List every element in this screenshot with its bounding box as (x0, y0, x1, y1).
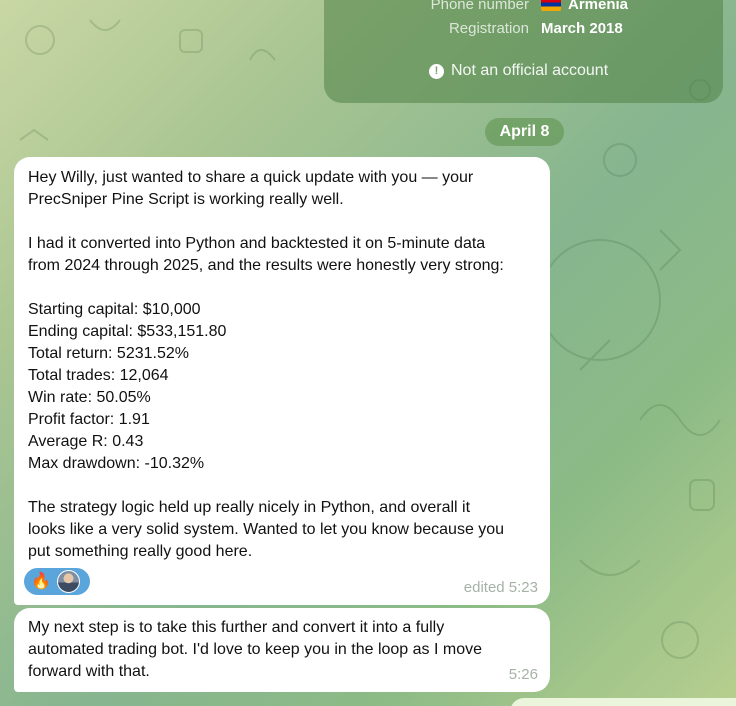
date-separator: April 8 (485, 118, 564, 146)
message-text: My next step is to take this further and… (28, 619, 483, 680)
fire-icon: 🔥 (31, 572, 51, 590)
message-bubble[interactable]: My next step is to take this further and… (14, 608, 550, 692)
registration-value: March 2018 (541, 20, 623, 37)
message-text: Hey Willy, just wanted to share a quick … (28, 169, 505, 560)
registration-label: Registration (448, 20, 529, 37)
message-timestamp: edited 5:23 (463, 579, 538, 596)
phone-number-value: Armenia (541, 0, 628, 13)
official-account-notice: ! Not an official account (429, 62, 608, 80)
phone-number-label: Phone number (430, 0, 529, 13)
reaction-badge[interactable]: 🔥 (24, 568, 90, 595)
outgoing-message-edge (510, 698, 736, 706)
message-bubble[interactable]: Hey Willy, just wanted to share a quick … (14, 157, 550, 605)
reactor-avatar (56, 570, 80, 593)
alert-icon: ! (429, 63, 444, 79)
armenia-flag-icon (541, 0, 561, 11)
contact-info-card: Phone number Armenia Registration March … (324, 0, 723, 103)
message-timestamp: 5:26 (508, 666, 538, 683)
